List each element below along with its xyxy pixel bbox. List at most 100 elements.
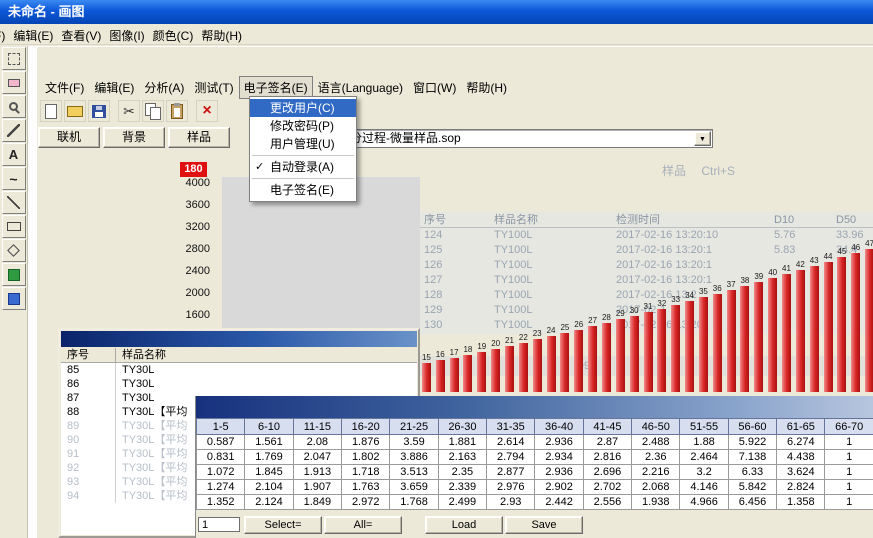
bar: [713, 294, 722, 392]
rect-tool-button[interactable]: [2, 215, 26, 238]
polygon-tool-button[interactable]: [2, 239, 26, 262]
open-folder-button[interactable]: [64, 100, 86, 122]
paint-menu-item-3[interactable]: 图像(I): [105, 24, 148, 47]
dropdown-item-0[interactable]: 更改用户(C): [250, 99, 356, 117]
column-header: 66-70: [825, 419, 873, 435]
delete-button[interactable]: ×: [196, 100, 218, 122]
list-item[interactable]: 85TY30L: [61, 363, 417, 377]
data-row[interactable]: 0.8311.7692.0471.8023.8862.1632.7942.934…: [197, 450, 873, 465]
data-cell: 1.938: [632, 495, 680, 510]
list-cell: 87: [61, 391, 116, 405]
column-header: 1-5: [197, 419, 245, 435]
paste-icon: [171, 104, 183, 119]
bar: [796, 270, 805, 392]
data-cell: 1.274: [197, 480, 245, 495]
data-cell: 1.913: [293, 465, 341, 480]
bar: [740, 286, 749, 392]
paint-menu-item-0[interactable]: 文件(F): [0, 24, 9, 47]
dropdown-item-4[interactable]: ✓自动登录(A): [250, 158, 356, 176]
new-file-icon: [45, 104, 57, 119]
data-cell: 1: [825, 435, 873, 450]
save-button[interactable]: Save: [505, 516, 583, 534]
select-tool-button[interactable]: [2, 47, 26, 70]
y-axis-tick: 3200: [178, 221, 210, 233]
data-cell: 2.216: [632, 465, 680, 480]
app-menu-item-2[interactable]: 分析(A): [139, 76, 189, 99]
y-axis-tick: 2800: [178, 243, 210, 255]
list-cell: 86: [61, 377, 116, 391]
paint-menu-item-5[interactable]: 帮助(H): [197, 24, 246, 47]
data-cell: 2.702: [583, 480, 631, 495]
sample-list-titlebar[interactable]: [61, 331, 417, 347]
data-cell: 2.816: [583, 450, 631, 465]
data-row[interactable]: 1.3522.1241.8492.9721.7682.4992.932.4422…: [197, 495, 873, 510]
zoom-tool-button[interactable]: [2, 95, 26, 118]
app-menu-item-3[interactable]: 测试(T): [189, 76, 238, 99]
dropdown-item-1[interactable]: 修改密码(P): [250, 117, 356, 135]
data-cell: 2.35: [438, 465, 486, 480]
line-tool-button[interactable]: [2, 191, 26, 214]
list-cell: 89: [61, 419, 116, 433]
blue-tool-tool-button[interactable]: [2, 287, 26, 310]
paint-menu-item-4[interactable]: 颜色(C): [149, 24, 198, 47]
text-tool-button[interactable]: A: [2, 143, 26, 166]
dropdown-item-2[interactable]: 用户管理(U): [250, 135, 356, 153]
data-row[interactable]: 0.5871.5612.081.8763.591.8812.6142.9362.…: [197, 435, 873, 450]
data-cell: 2.08: [293, 435, 341, 450]
dropdown-item-6[interactable]: 电子签名(E): [250, 181, 356, 199]
new-file-button[interactable]: [40, 100, 62, 122]
chevron-down-icon[interactable]: ▼: [694, 131, 711, 146]
cut-button[interactable]: ✂: [118, 100, 140, 122]
all-button[interactable]: All=: [324, 516, 402, 534]
data-cell: 6.33: [728, 465, 776, 480]
data-cell: 2.124: [245, 495, 293, 510]
data-cell: 2.936: [535, 465, 583, 480]
distribution-table-window: 1-56-1011-1516-2021-2526-3031-3536-4041-…: [195, 396, 873, 538]
select-button[interactable]: Select=: [244, 516, 322, 534]
list-cell: TY30L: [116, 377, 376, 391]
count-input[interactable]: [198, 517, 240, 532]
y-axis-tick: 1600: [178, 309, 210, 321]
load-button[interactable]: Load: [425, 516, 503, 534]
data-cell: 2.972: [342, 495, 390, 510]
list-cell: 93: [61, 475, 116, 489]
curve-icon: ~: [9, 173, 17, 185]
save-button[interactable]: [88, 100, 110, 122]
data-cell: 1.072: [197, 465, 245, 480]
copy-button[interactable]: [142, 100, 164, 122]
y-axis-tick: 3600: [178, 199, 210, 211]
command-button-0[interactable]: 联机: [38, 127, 100, 148]
app-menu-item-6[interactable]: 窗口(W): [408, 76, 461, 99]
list-cell: TY30L: [116, 363, 376, 377]
rect-icon: [7, 222, 21, 231]
cut-icon: ✂: [123, 104, 135, 118]
paint-menu-item-1[interactable]: 编辑(E): [9, 24, 57, 47]
app-menu-item-0[interactable]: 文件(F): [40, 76, 89, 99]
command-button-1[interactable]: 背景: [103, 127, 165, 148]
distribution-table-titlebar[interactable]: [196, 396, 873, 418]
pencil-tool-button[interactable]: [2, 119, 26, 142]
curve-tool-button[interactable]: ~: [2, 167, 26, 190]
data-cell: 1.768: [390, 495, 438, 510]
list-cell: 90: [61, 433, 116, 447]
app-menu-item-1[interactable]: 编辑(E): [89, 76, 139, 99]
green-tool-tool-button[interactable]: [2, 263, 26, 286]
command-button-2[interactable]: 样品: [168, 127, 230, 148]
sop-combobox[interactable]: 分过程-微量样品.sop ▼: [345, 129, 713, 148]
paste-button[interactable]: [166, 100, 188, 122]
list-item[interactable]: 86TY30L: [61, 377, 417, 391]
data-cell: 7.138: [728, 450, 776, 465]
bar: [463, 355, 472, 392]
data-cell: 2.499: [438, 495, 486, 510]
list-cell: 85: [61, 363, 116, 377]
signature-dropdown-menu: 更改用户(C)修改密码(P)用户管理(U) ✓自动登录(A) 电子签名(E): [249, 96, 357, 202]
app-menu-item-7[interactable]: 帮助(H): [461, 76, 512, 99]
data-row[interactable]: 1.0721.8451.9131.7183.5132.352.8772.9362…: [197, 465, 873, 480]
data-row[interactable]: 1.2742.1041.9071.7633.6592.3392.9762.902…: [197, 480, 873, 495]
data-cell: 2.794: [487, 450, 535, 465]
data-cell: 1.88: [680, 435, 728, 450]
data-cell: 2.976: [487, 480, 535, 495]
paint-canvas: [28, 46, 36, 538]
paint-menu-item-2[interactable]: 查看(V): [57, 24, 105, 47]
eraser-tool-button[interactable]: [2, 71, 26, 94]
